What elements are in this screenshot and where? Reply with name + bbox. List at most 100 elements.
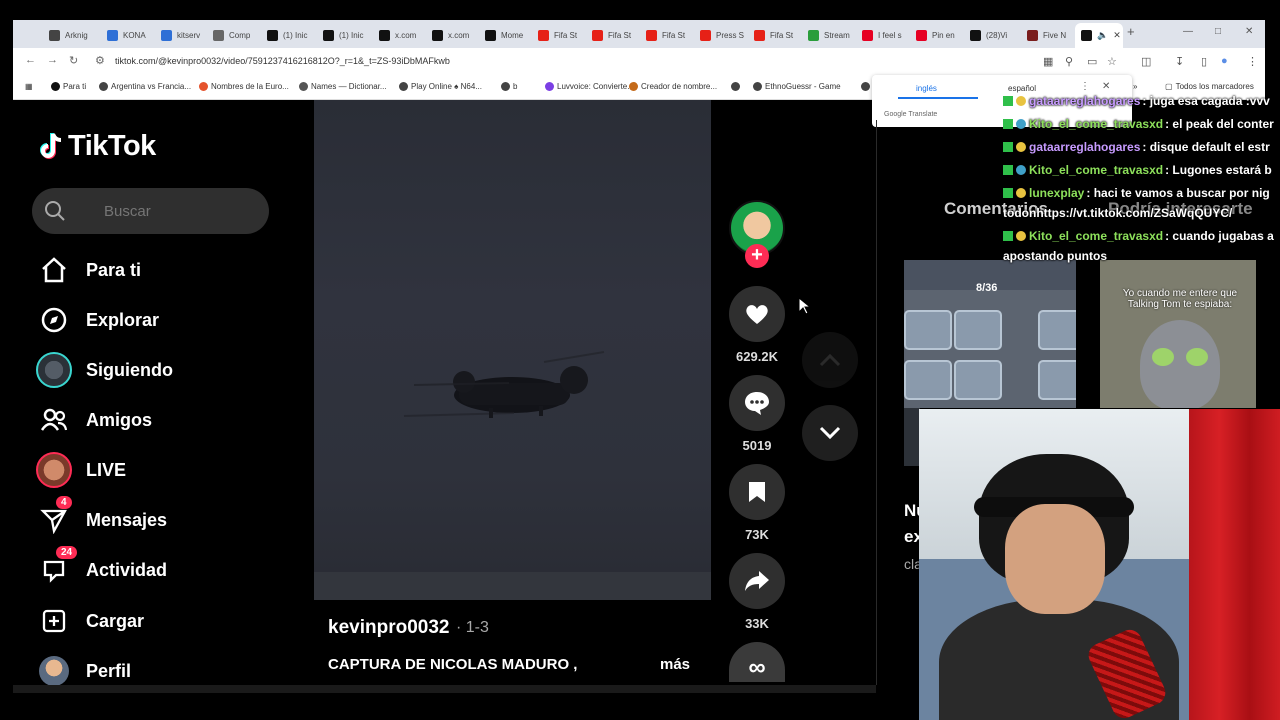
site-info-icon[interactable]: ⚙ bbox=[95, 54, 105, 67]
nav-actividad[interactable]: 24 Actividad bbox=[36, 546, 266, 588]
tiktok-logo[interactable]: TikTok bbox=[40, 130, 156, 163]
chat-text: : disque default el estr bbox=[1142, 140, 1270, 154]
bookmark-item[interactable]: Nombres de la Euro... bbox=[199, 82, 289, 91]
browser-tab[interactable]: Pin en bbox=[910, 25, 962, 45]
compass-icon bbox=[36, 302, 72, 338]
browser-tab[interactable]: Press S bbox=[694, 25, 746, 45]
browser-tab[interactable]: (1) Inic bbox=[261, 25, 313, 45]
new-tab-icon[interactable]: + bbox=[1127, 24, 1135, 39]
video-player[interactable] bbox=[314, 100, 711, 600]
nav-cargar[interactable]: Cargar bbox=[36, 603, 266, 639]
browser-tab[interactable]: Mome bbox=[479, 25, 531, 45]
browser-tab[interactable]: Fifa St bbox=[586, 25, 638, 45]
browser-tab-active[interactable]: 🔈 ✕ bbox=[1075, 23, 1123, 48]
bookmark-item[interactable]: Luvvoice: Convierte... bbox=[545, 82, 634, 91]
search-box[interactable] bbox=[32, 188, 269, 234]
user-badge-icon bbox=[1016, 165, 1026, 175]
previous-video-button[interactable] bbox=[802, 332, 858, 388]
browser-tab[interactable]: Stream bbox=[802, 25, 854, 45]
horizontal-scrollbar[interactable] bbox=[13, 685, 876, 693]
bookmark-item[interactable] bbox=[731, 82, 743, 91]
nav-mensajes[interactable]: 4 Mensajes bbox=[36, 496, 266, 538]
profile-icon[interactable]: ● bbox=[1221, 55, 1228, 67]
close-window-icon[interactable]: ✕ bbox=[1245, 26, 1253, 37]
browser-tab[interactable]: (28)Vi bbox=[964, 25, 1016, 45]
next-video-button[interactable] bbox=[802, 405, 858, 461]
recommended-thumbnail-2[interactable]: Yo cuando me entere que Talking Tom te e… bbox=[1100, 260, 1256, 408]
sound-disc-button[interactable]: ∞ bbox=[729, 642, 785, 682]
bookmark-item[interactable]: Para ti bbox=[51, 82, 86, 91]
address-bar: ← → ↻ ⚙ tiktok.com/@kevinpro0032/video/7… bbox=[13, 48, 1265, 74]
recommended-thumbnail-1[interactable]: 8/36 bbox=[904, 260, 1076, 408]
more-options-icon[interactable]: ⋮ bbox=[1080, 81, 1090, 92]
share-count: 33K bbox=[745, 616, 769, 631]
bookmark-item[interactable]: Creador de nombre... bbox=[629, 82, 717, 91]
browser-tab[interactable]: x.com bbox=[373, 25, 425, 45]
cast-icon[interactable]: ▭ bbox=[1087, 55, 1097, 68]
browser-tab[interactable]: Fifa St bbox=[532, 25, 584, 45]
close-icon[interactable]: ✕ bbox=[1102, 81, 1110, 92]
all-bookmarks[interactable]: ▢ Todos los marcadores bbox=[1165, 82, 1254, 91]
bookmark-item[interactable]: b bbox=[501, 82, 517, 91]
video-author[interactable]: kevinpro0032 bbox=[328, 617, 449, 639]
comment-button[interactable] bbox=[729, 375, 785, 431]
nav-live[interactable]: LIVE bbox=[36, 452, 266, 488]
search-input[interactable] bbox=[102, 202, 252, 221]
browser-tab[interactable]: kitserv bbox=[155, 25, 207, 45]
browser-tab[interactable]: Arknig bbox=[43, 25, 95, 45]
browser-tab[interactable]: Five N bbox=[1021, 25, 1073, 45]
tab-label: I feel s bbox=[878, 30, 902, 40]
menu-icon[interactable]: ⋮ bbox=[1247, 55, 1258, 68]
bookmark-label: Luvvoice: Convierte... bbox=[557, 82, 634, 91]
panel-divider bbox=[876, 120, 877, 685]
sidebar-icon[interactable]: ▯ bbox=[1201, 55, 1207, 68]
more-bookmarks-icon[interactable]: » bbox=[1133, 82, 1137, 91]
bookmark-item[interactable]: Names — Dictionar... bbox=[299, 82, 387, 91]
bookmark-item[interactable]: Argentina vs Francia... bbox=[99, 82, 191, 91]
tab-label: Pin en bbox=[932, 30, 955, 40]
zoom-icon[interactable]: ⚲ bbox=[1065, 55, 1073, 68]
nav-siguiendo[interactable]: Siguiendo bbox=[36, 352, 266, 388]
browser-tab[interactable]: Comp bbox=[207, 25, 259, 45]
like-button[interactable] bbox=[729, 286, 785, 342]
bookmark-star-icon[interactable]: ☆ bbox=[1107, 55, 1117, 68]
thumb-counter: 8/36 bbox=[976, 282, 998, 294]
browser-tab[interactable]: KONA bbox=[101, 25, 153, 45]
browser-tab[interactable]: Fifa St bbox=[748, 25, 800, 45]
nav-explorar[interactable]: Explorar bbox=[36, 302, 266, 338]
translate-icon[interactable]: ▦ bbox=[1043, 55, 1053, 68]
share-button[interactable] bbox=[729, 553, 785, 609]
video-caption: CAPTURA DE NICOLAS MADURO , bbox=[328, 656, 578, 673]
browser-tab[interactable]: I feel s bbox=[856, 25, 908, 45]
activity-badge: 24 bbox=[56, 546, 78, 559]
chat-text: : Lugones estará b bbox=[1165, 163, 1272, 177]
tab-label: Fifa St bbox=[770, 30, 794, 40]
bookmark-item[interactable]: Play Online ♠ N64... bbox=[399, 82, 482, 91]
close-tab-icon[interactable]: ✕ bbox=[1113, 30, 1121, 41]
follow-plus-button[interactable]: + bbox=[745, 244, 769, 268]
url-field[interactable]: tiktok.com/@kevinpro0032/video/759123741… bbox=[115, 56, 450, 66]
kick-badge-icon bbox=[1003, 119, 1013, 129]
nav-para-ti[interactable]: Para ti bbox=[36, 252, 266, 288]
bookmark-item[interactable]: EthnoGuessr - Game bbox=[753, 82, 841, 91]
translate-lang-from[interactable]: inglés bbox=[916, 84, 937, 93]
chat-text: apostando puntos bbox=[1003, 249, 1107, 263]
nav-amigos[interactable]: Amigos bbox=[36, 402, 266, 438]
streamer-face bbox=[1005, 504, 1105, 614]
nav-perfil[interactable]: Perfil bbox=[36, 653, 266, 689]
extensions-icon[interactable]: ◫ bbox=[1141, 55, 1151, 68]
minimize-icon[interactable]: — bbox=[1183, 26, 1193, 37]
browser-tab[interactable]: Fifa St bbox=[640, 25, 692, 45]
chat-username: Kito_el_come_travasxd bbox=[1029, 163, 1164, 177]
translate-lang-to[interactable]: español bbox=[1008, 84, 1036, 93]
download-icon[interactable]: ↧ bbox=[1175, 55, 1184, 68]
apps-icon[interactable]: ▦ bbox=[25, 82, 33, 91]
reload-icon[interactable]: ↻ bbox=[69, 54, 78, 67]
caption-more-button[interactable]: más bbox=[660, 656, 690, 673]
forward-icon[interactable]: → bbox=[47, 54, 58, 66]
browser-tab[interactable]: (1) Inic bbox=[317, 25, 369, 45]
save-button[interactable] bbox=[729, 464, 785, 520]
maximize-icon[interactable]: □ bbox=[1215, 26, 1221, 37]
browser-tab[interactable]: x.com bbox=[426, 25, 478, 45]
back-icon[interactable]: ← bbox=[25, 54, 36, 66]
